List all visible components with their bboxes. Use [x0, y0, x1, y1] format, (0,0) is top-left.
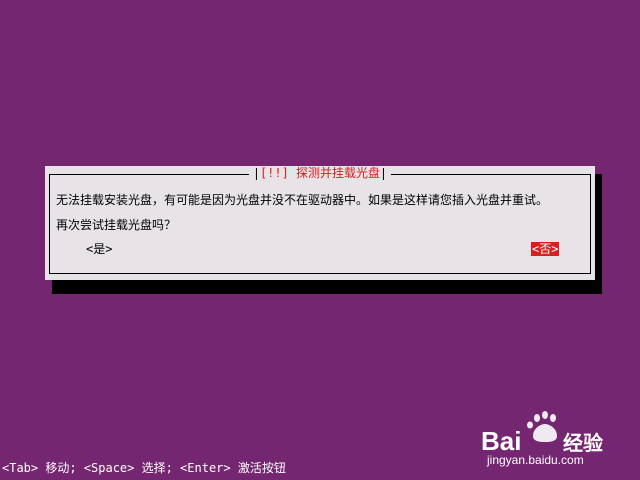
- watermark-url: jingyan.baidu.com: [486, 453, 584, 467]
- title-left-tick: [255, 167, 257, 180]
- dialog-question: 再次尝试挂载光盘吗？: [56, 218, 177, 232]
- yes-button[interactable]: <是>: [85, 242, 113, 256]
- baidu-jingyan-watermark: Bai 经验 jingyan.baidu.com: [481, 411, 603, 467]
- no-button[interactable]: <否>: [531, 242, 560, 256]
- status-bar: <Tab> 移动; <Space> 选择; <Enter> 激活按钮: [2, 461, 286, 475]
- confirm-dialog: [!!] 探测并挂载光盘 无法挂载安装光盘，有可能是因为光盘并没不在驱动器中。如…: [45, 166, 595, 280]
- watermark-brand: Bai: [481, 426, 521, 456]
- dialog-title: [!!] 探测并挂载光盘: [248, 166, 392, 180]
- dialog-title-text: [!!] 探测并挂载光盘: [259, 166, 381, 180]
- dialog-message: 无法挂载安装光盘，有可能是因为光盘并没不在驱动器中。如果是这样请您插入光盘并重试…: [56, 193, 549, 207]
- paw-icon: [527, 411, 557, 442]
- title-right-tick: [383, 167, 385, 180]
- watermark-brand-suffix: 经验: [563, 431, 603, 455]
